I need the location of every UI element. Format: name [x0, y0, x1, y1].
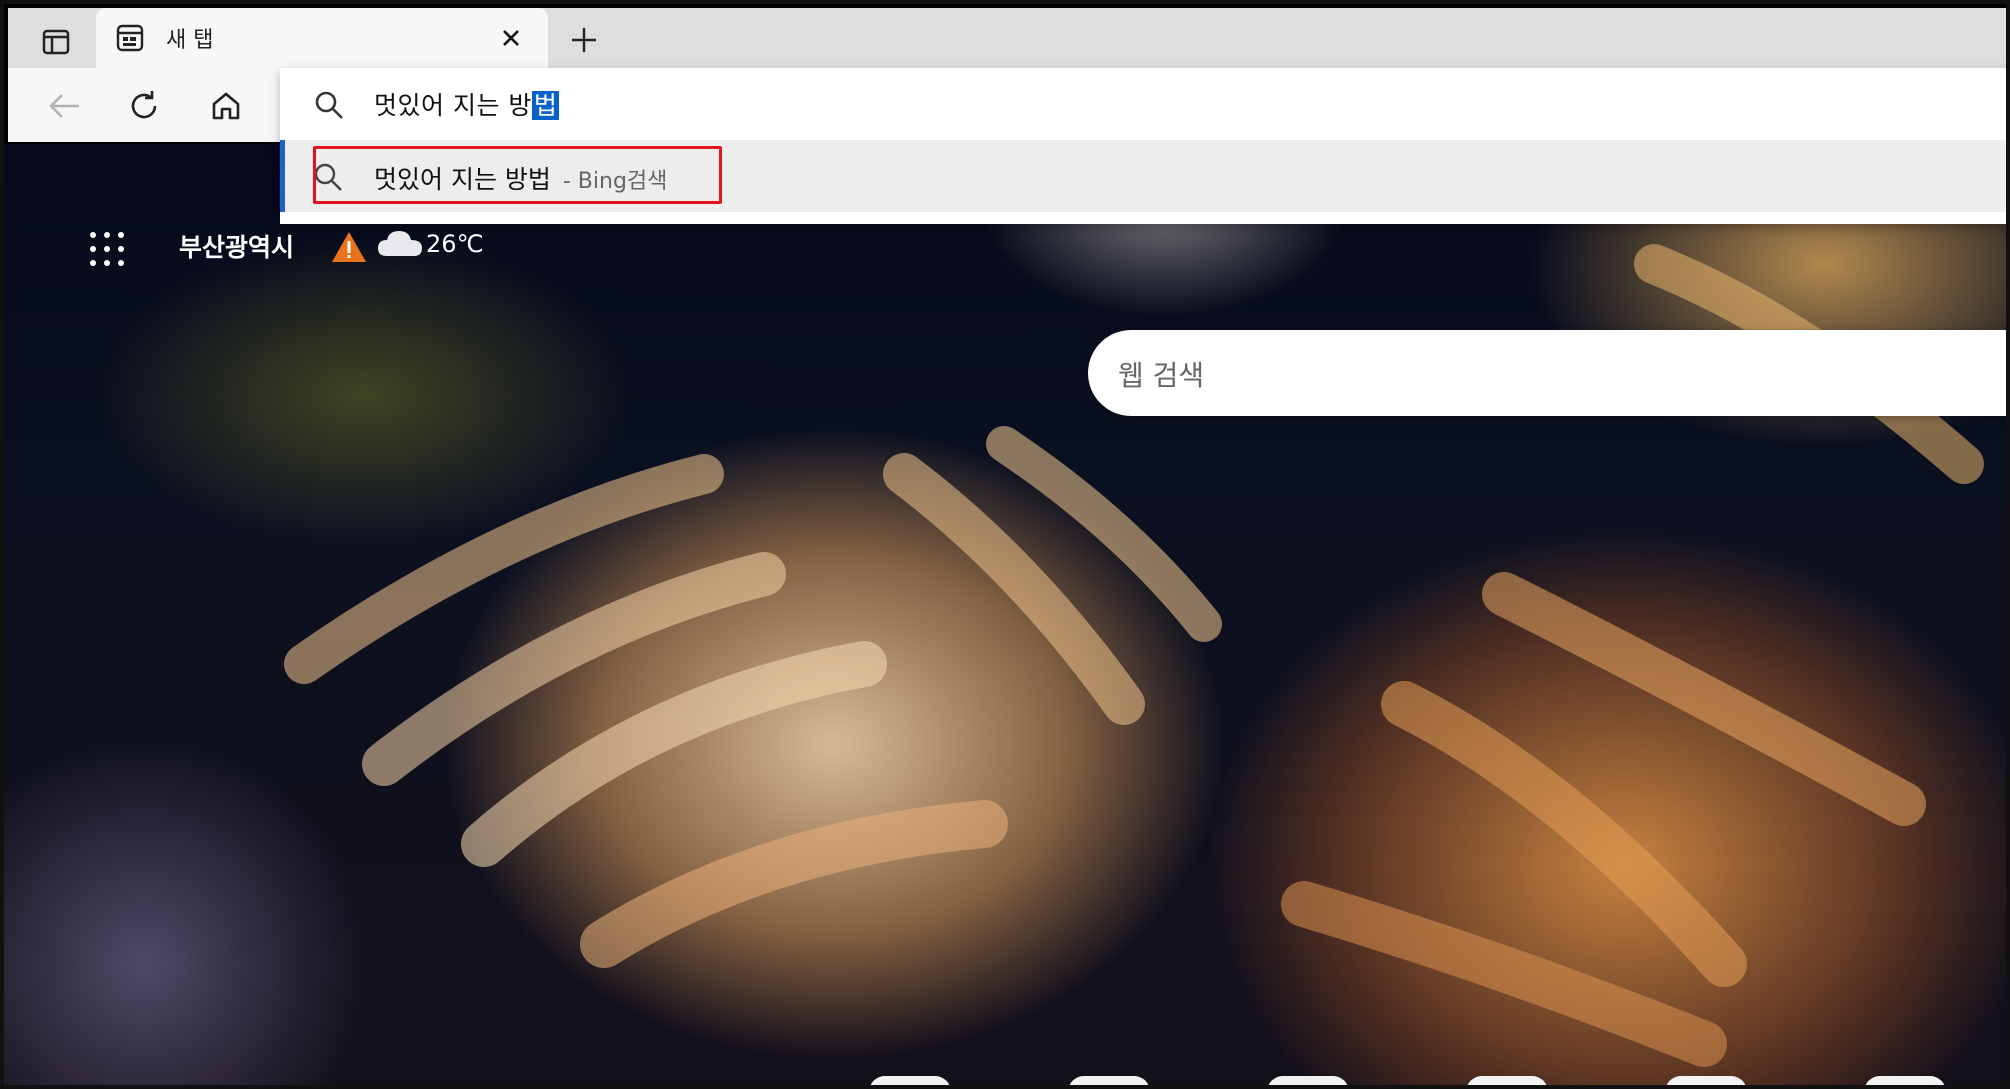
- newtab-page-icon: [116, 24, 144, 52]
- apps-grid-icon: [118, 246, 124, 252]
- tab-actions-button[interactable]: [14, 16, 98, 68]
- apps-grid-icon: [104, 246, 110, 252]
- weather-location[interactable]: 부산광역시: [179, 228, 294, 264]
- plus-icon: [572, 28, 596, 52]
- refresh-icon: [131, 91, 157, 119]
- quick-link-tile[interactable]: [1466, 1076, 1548, 1085]
- apps-grid-button[interactable]: [90, 232, 124, 266]
- quick-link-tile[interactable]: [1864, 1076, 1946, 1085]
- back-button[interactable]: [42, 84, 86, 128]
- address-selected-text: 법: [531, 91, 560, 120]
- quick-link-tile[interactable]: [1267, 1076, 1349, 1085]
- back-icon: [49, 94, 79, 118]
- apps-grid-icon: [90, 232, 96, 238]
- apps-grid-icon: [104, 260, 110, 266]
- new-tab-button[interactable]: [562, 18, 606, 62]
- address-input[interactable]: 멋있어 지는 방법: [374, 86, 560, 122]
- address-bar[interactable]: 멋있어 지는 방법: [280, 68, 2006, 140]
- web-search-box[interactable]: 웹 검색: [1088, 330, 2006, 416]
- background-image: [4, 144, 2006, 1085]
- quick-link-tile[interactable]: [869, 1076, 951, 1085]
- weather-temperature[interactable]: 26℃: [426, 230, 484, 258]
- search-icon: [315, 91, 343, 119]
- coral-illustration: [284, 244, 1984, 1067]
- apps-grid-icon: [90, 260, 96, 266]
- apps-grid-icon: [118, 260, 124, 266]
- address-typed-text: 멋있어 지는 방: [374, 91, 532, 120]
- highlight-box: [313, 146, 722, 204]
- refresh-button[interactable]: [122, 84, 166, 128]
- tab-title: 새 탭: [166, 28, 214, 53]
- cloud-icon: [378, 231, 422, 256]
- warning-icon[interactable]: [330, 230, 368, 264]
- home-icon: [212, 92, 240, 120]
- quick-link-tile[interactable]: [1665, 1076, 1747, 1085]
- close-icon: [503, 30, 519, 46]
- tab-actions-icon: [42, 29, 70, 55]
- address-bar-dropdown: 멋있어 지는 방법 멋있어 지는 방법 - Bing검색: [280, 68, 2006, 224]
- tab-new[interactable]: 새 탭: [96, 8, 548, 68]
- quick-link-tile[interactable]: [1068, 1076, 1150, 1085]
- browser-window: 새 탭 멋있어 지는 방법 멋있어 지는 방법 - Bing검색 부산광역시 2…: [0, 0, 2010, 1089]
- apps-grid-icon: [90, 246, 96, 252]
- apps-grid-icon: [104, 232, 110, 238]
- tab-close-button[interactable]: [494, 21, 528, 55]
- home-button[interactable]: [204, 84, 248, 128]
- suggestion-item[interactable]: 멋있어 지는 방법 - Bing검색: [280, 140, 2006, 212]
- web-search-placeholder: 웹 검색: [1118, 359, 1205, 392]
- apps-grid-icon: [118, 232, 124, 238]
